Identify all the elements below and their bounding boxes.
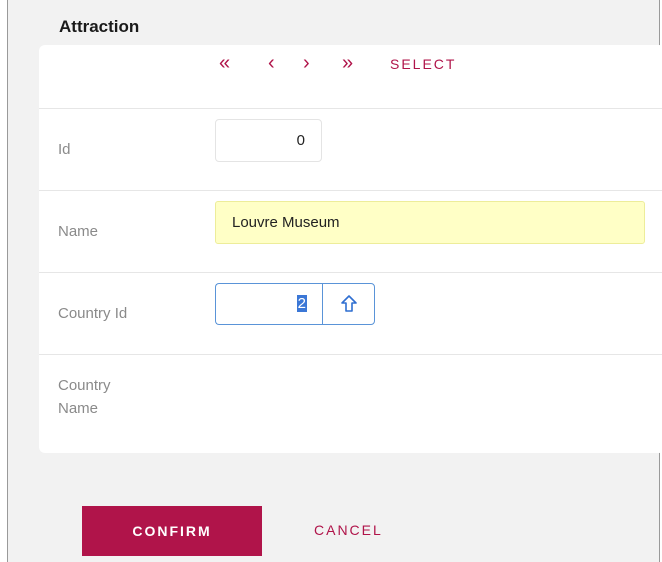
cancel-button[interactable]: CANCEL bbox=[314, 522, 383, 538]
form-card: « ‹ › » SELECT Id 0 Name Louvre Museum C… bbox=[39, 45, 662, 453]
country-prompt-button[interactable] bbox=[322, 283, 375, 325]
name-field[interactable]: Louvre Museum bbox=[215, 201, 645, 244]
country-id-value: 2 bbox=[296, 295, 307, 312]
id-label: Id bbox=[58, 141, 71, 158]
first-record-icon[interactable]: « bbox=[219, 53, 230, 73]
country-name-label: Country Name bbox=[58, 377, 111, 417]
id-field[interactable]: 0 bbox=[215, 119, 322, 162]
select-button[interactable]: SELECT bbox=[390, 56, 456, 72]
country-id-label: Country Id bbox=[58, 305, 128, 322]
field-row-country-id: Country Id 2 bbox=[39, 273, 662, 355]
previous-record-icon[interactable]: ‹ bbox=[268, 53, 275, 73]
last-record-icon[interactable]: » bbox=[342, 53, 353, 73]
name-label: Name bbox=[58, 223, 99, 240]
next-record-icon[interactable]: › bbox=[303, 53, 310, 73]
window-frame: Attraction « ‹ › » SELECT Id 0 Name Louv… bbox=[7, 0, 662, 562]
field-row-id: Id 0 bbox=[39, 109, 662, 191]
field-row-name: Name Louvre Museum bbox=[39, 191, 662, 273]
country-id-field[interactable]: 2 bbox=[215, 283, 323, 325]
form-title: Attraction bbox=[59, 17, 140, 36]
field-row-country-name: Country Name bbox=[39, 355, 662, 453]
confirm-button[interactable]: CONFIRM bbox=[82, 506, 262, 556]
arrow-up-outline-icon bbox=[341, 295, 357, 312]
record-navigation-bar: « ‹ › » SELECT bbox=[39, 45, 662, 109]
